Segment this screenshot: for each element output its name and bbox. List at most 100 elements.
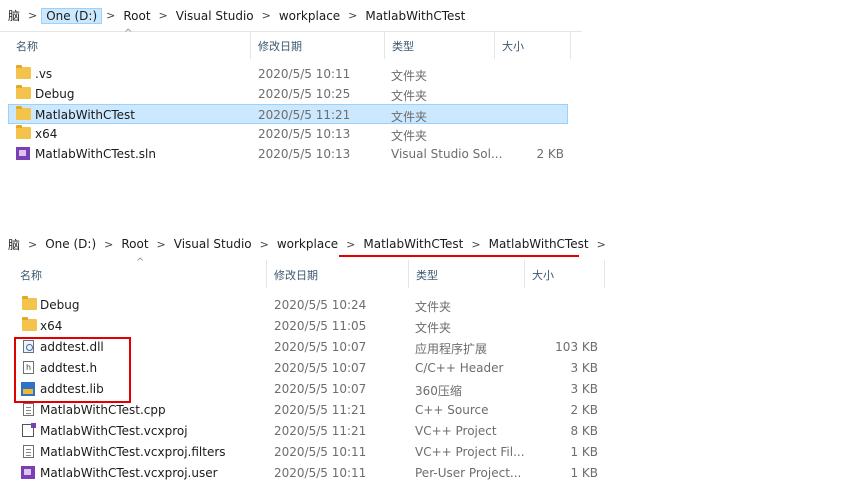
breadcrumb-item[interactable]: workplace [275,8,344,24]
file-row-selected[interactable]: MatlabWithCTest 2020/5/5 11:21 文件夹 [8,104,568,124]
explorer-window-top: 脑 > One (D:) > Root > Visual Studio > wo… [0,0,582,175]
file-name: MatlabWithCTest.vcxproj.filters [40,445,226,459]
file-date: 2020/5/5 10:11 [258,67,351,81]
file-size: 3 KB [570,361,598,375]
file-date: 2020/5/5 10:13 [258,147,351,161]
file-row[interactable]: MatlabWithCTest.cpp 2020/5/5 11:21 C++ S… [8,400,608,420]
file-date: 2020/5/5 10:13 [258,127,351,141]
file-date: 2020/5/5 11:21 [258,108,351,122]
file-date: 2020/5/5 10:25 [258,87,351,101]
column-header-size[interactable]: 大小 [502,38,524,54]
column-divider[interactable] [494,31,495,59]
chevron-right-icon[interactable]: > [256,238,273,251]
chevron-right-icon[interactable]: > [593,238,610,251]
column-header-row: ^ 名称 修改日期 类型 大小 [0,28,582,59]
breadcrumb-item[interactable]: Visual Studio [172,8,258,24]
file-type: 文件夹 [391,69,428,83]
column-header-modified[interactable]: 修改日期 [274,267,318,283]
column-header-row: ^ 名称 修改日期 类型 大小 [0,257,622,288]
file-size: 2 KB [536,147,564,161]
breadcrumb-item[interactable]: workplace [273,236,342,252]
column-divider[interactable] [570,31,571,59]
breadcrumb-item[interactable]: MatlabWithCTest [361,8,469,24]
file-type: VC++ Project Fil... [415,445,525,459]
breadcrumb-item[interactable]: Visual Studio [170,236,256,252]
column-divider[interactable] [524,260,525,288]
file-type: 文件夹 [415,321,452,335]
file-date: 2020/5/5 10:07 [274,361,367,375]
column-header-name[interactable]: 名称 [20,267,42,283]
file-type: 文件夹 [415,300,452,314]
file-name: MatlabWithCTest [35,108,135,122]
file-name: Debug [40,298,80,312]
file-type: C++ Source [415,403,489,417]
column-header-name[interactable]: 名称 [16,38,38,54]
file-date: 2020/5/5 11:21 [274,403,367,417]
file-size: 103 KB [555,340,598,354]
folder-icon [16,85,31,101]
file-row[interactable]: x64 2020/5/5 11:05 文件夹 [8,316,608,336]
chevron-right-icon[interactable]: > [102,9,119,22]
solution-file-icon [16,147,31,161]
breadcrumb-item[interactable]: One (D:) [41,236,100,252]
sort-ascending-icon: ^ [136,257,145,268]
column-divider[interactable] [384,31,385,59]
file-row[interactable]: MatlabWithCTest.vcxproj.user 2020/5/5 10… [8,463,608,483]
chevron-right-icon[interactable]: > [24,9,41,22]
file-size: 3 KB [570,382,598,396]
address-bar[interactable]: 脑 > One (D:) > Root > Visual Studio > wo… [0,230,622,258]
chevron-right-icon[interactable]: > [344,9,361,22]
breadcrumb-item[interactable]: MatlabWithCTest [485,236,593,252]
file-date: 2020/5/5 10:11 [274,445,367,459]
file-type: Visual Studio Sol... [391,147,503,161]
file-type: VC++ Project [415,424,497,438]
file-row[interactable]: MatlabWithCTest.vcxproj.filters 2020/5/5… [8,442,608,462]
explorer-window-bottom: 脑 > One (D:) > Root > Visual Studio > wo… [0,230,622,503]
file-type: 应用程序扩展 [415,342,488,356]
column-divider[interactable] [408,260,409,288]
file-type: 360压缩 [415,384,462,398]
file-row[interactable]: MatlabWithCTest.vcxproj 2020/5/5 11:21 V… [8,421,608,441]
file-name: x64 [40,319,63,333]
chevron-right-icon[interactable]: > [153,238,170,251]
file-row[interactable]: Debug 2020/5/5 10:24 文件夹 [8,295,608,315]
chevron-right-icon[interactable]: > [100,238,117,251]
column-header-type[interactable]: 类型 [392,38,414,54]
column-header-type[interactable]: 类型 [416,267,438,283]
breadcrumb-item[interactable]: Root [117,236,152,252]
column-divider[interactable] [266,260,267,288]
column-divider[interactable] [250,31,251,59]
chevron-right-icon[interactable]: > [258,9,275,22]
chevron-right-icon[interactable]: > [467,238,484,251]
breadcrumb-item[interactable]: 脑 [0,235,24,254]
folder-icon [16,106,31,122]
file-row[interactable]: MatlabWithCTest.sln 2020/5/5 10:13 Visua… [8,144,568,164]
file-row[interactable]: Debug 2020/5/5 10:25 文件夹 [8,84,568,104]
file-date: 2020/5/5 10:07 [274,340,367,354]
chevron-right-icon[interactable]: > [155,9,172,22]
file-size: 1 KB [570,445,598,459]
chevron-right-icon[interactable]: > [342,238,359,251]
file-row[interactable]: x64 2020/5/5 10:13 文件夹 [8,124,568,144]
file-name: x64 [35,127,58,141]
breadcrumb-item[interactable]: Root [119,8,154,24]
folder-icon [16,65,31,81]
cpp-file-icon [21,403,36,417]
column-header-modified[interactable]: 修改日期 [258,38,302,54]
file-row[interactable]: .vs 2020/5/5 10:11 文件夹 [8,64,568,84]
file-type: 文件夹 [391,110,428,124]
chevron-right-icon[interactable]: > [24,238,41,251]
file-date: 2020/5/5 11:21 [274,424,367,438]
column-divider[interactable] [604,260,605,288]
file-name: MatlabWithCTest.sln [35,147,156,161]
column-header-size[interactable]: 大小 [532,267,554,283]
breadcrumb-item[interactable]: MatlabWithCTest [359,236,467,252]
folder-icon [22,296,37,312]
file-name: MatlabWithCTest.vcxproj [40,424,188,438]
file-name: .vs [35,67,53,81]
vcxproj-file-icon [21,423,36,438]
sort-ascending-icon: ^ [124,28,133,39]
address-bar[interactable]: 脑 > One (D:) > Root > Visual Studio > wo… [0,0,582,32]
breadcrumb-item[interactable]: 脑 [0,6,24,25]
breadcrumb-item[interactable]: One (D:) [41,7,103,24]
